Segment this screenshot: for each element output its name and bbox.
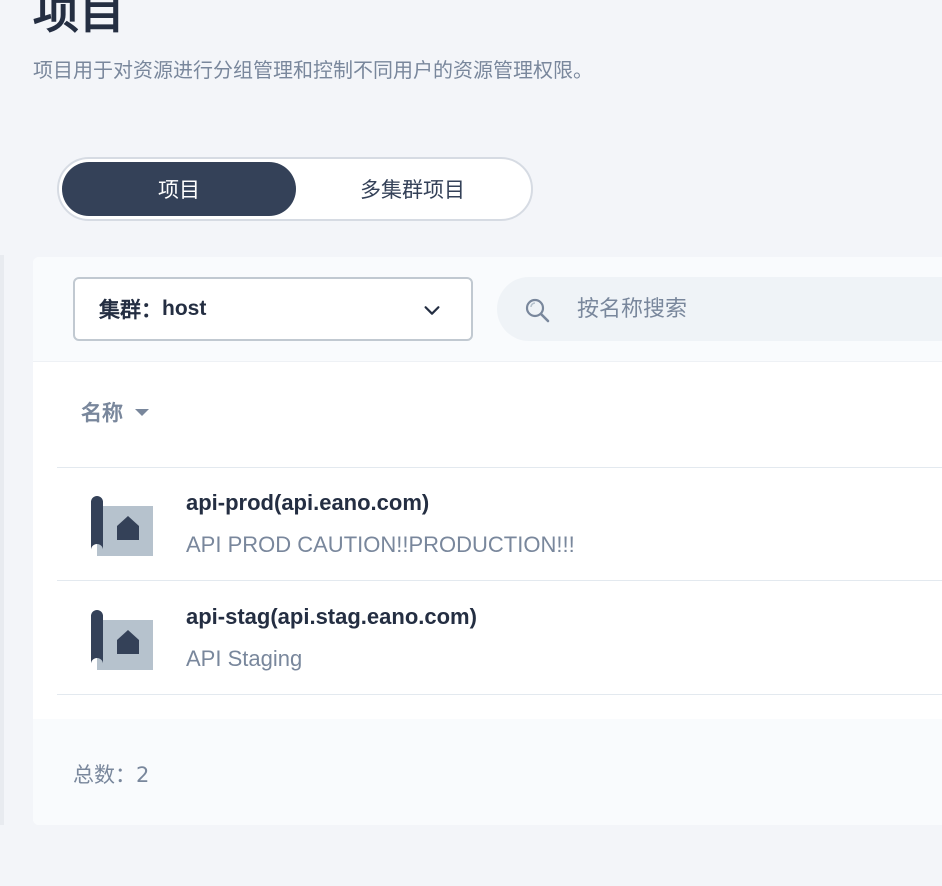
- page-title: 项目: [33, 0, 125, 39]
- total-count: 总数：2: [73, 759, 149, 789]
- tab-projects[interactable]: 项目: [62, 162, 296, 216]
- project-icon: [91, 610, 153, 670]
- search-icon: [525, 298, 550, 323]
- left-edge-strip: [0, 255, 4, 825]
- toolbar: 集群： host: [33, 257, 942, 362]
- project-icon: [91, 496, 153, 556]
- caret-down-icon: [135, 409, 149, 416]
- search-input[interactable]: [577, 287, 937, 331]
- cluster-select[interactable]: 集群： host: [73, 277, 473, 341]
- project-name[interactable]: api-prod(api.eano.com): [186, 490, 429, 516]
- projects-page: 项目 项目用于对资源进行分组管理和控制不同用户的资源管理权限。 项目 多集群项目…: [0, 0, 942, 886]
- page-description: 项目用于对资源进行分组管理和控制不同用户的资源管理权限。: [33, 58, 593, 82]
- search-box: [497, 277, 942, 341]
- project-name[interactable]: api-stag(api.stag.eano.com): [186, 604, 477, 630]
- tab-multicluster-projects[interactable]: 多集群项目: [296, 162, 529, 216]
- table-footer: 总数：2: [33, 719, 942, 825]
- cluster-select-value: host: [162, 297, 207, 320]
- total-label: 总数：: [73, 763, 136, 787]
- project-type-switch: 项目 多集群项目: [57, 157, 533, 221]
- total-value: 2: [136, 763, 150, 787]
- project-description: API PROD CAUTION!!PRODUCTION!!!: [186, 532, 575, 557]
- table-row[interactable]: api-prod(api.eano.com) API PROD CAUTION!…: [57, 468, 942, 581]
- cluster-select-label: 集群：: [99, 298, 162, 322]
- table-row[interactable]: api-stag(api.stag.eano.com) API Staging: [57, 582, 942, 695]
- projects-card: 集群： host 名称: [33, 257, 942, 825]
- column-header-name[interactable]: 名称: [81, 397, 153, 427]
- chevron-down-icon: [424, 306, 440, 315]
- column-header-label: 名称: [81, 401, 123, 425]
- project-description: API Staging: [186, 646, 303, 671]
